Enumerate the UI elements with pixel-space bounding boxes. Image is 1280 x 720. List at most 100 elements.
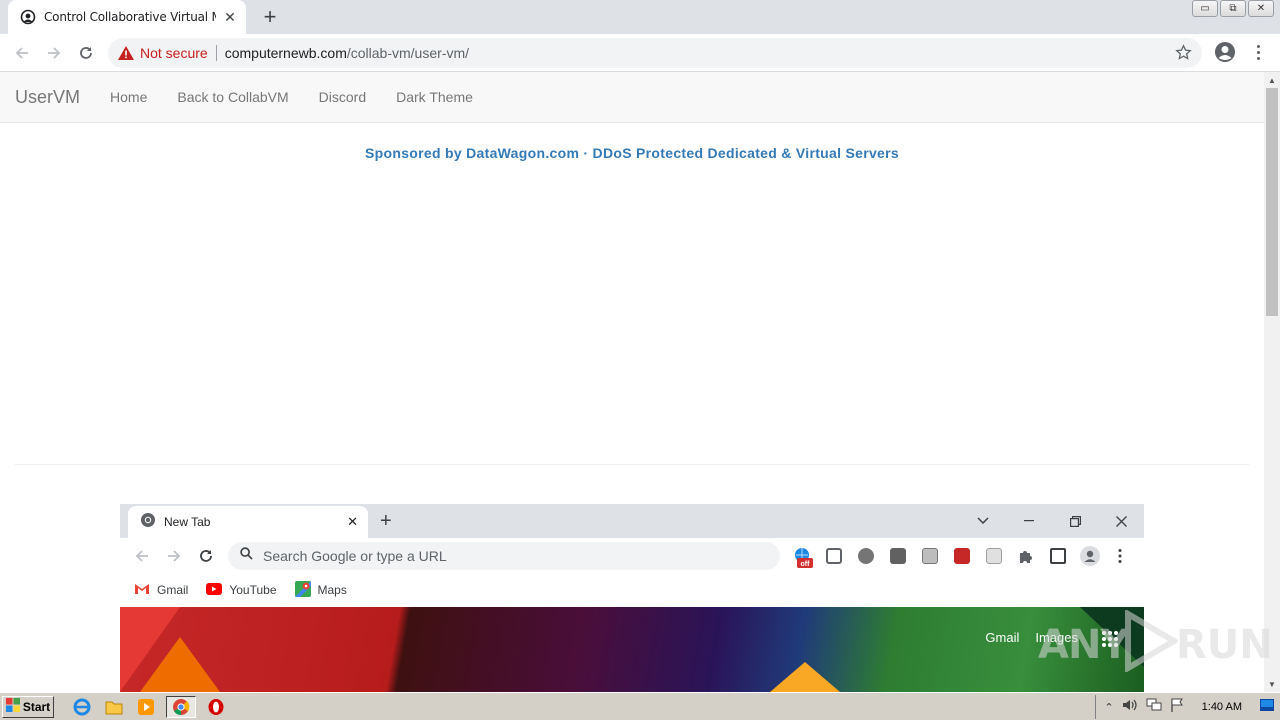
vm-bookmark-label: Maps (317, 583, 347, 597)
warning-icon[interactable] (118, 46, 134, 60)
profile-avatar-icon[interactable] (1214, 41, 1236, 68)
vm-browser-tab[interactable]: New Tab ✕ (128, 506, 368, 538)
security-label[interactable]: Not secure (140, 45, 208, 61)
folder-icon[interactable] (102, 696, 126, 718)
back-icon[interactable] (10, 41, 34, 65)
page-scrollbar[interactable]: ▲ ▼ (1264, 72, 1280, 692)
url-path: /collab-vm/user-vm/ (346, 45, 470, 61)
vm-bookmark-label: Gmail (157, 583, 189, 597)
system-tray: ⌃ 1:40 AM (1095, 695, 1280, 719)
media-player-icon[interactable] (134, 696, 158, 718)
network-icon[interactable] (1146, 698, 1162, 717)
window-controls: ▭ ⧉ ✕ (1192, 0, 1274, 17)
vm-omnibox-placeholder: Search Google or type a URL (263, 548, 447, 564)
divider (15, 464, 1249, 465)
new-tab-icon[interactable]: + (258, 4, 282, 29)
taskbar: Start ⌃ 1:40 AM (0, 692, 1280, 720)
site-navbar: UserVM Home Back to CollabVM Discord Dar… (0, 72, 1264, 123)
vm-bookmark-label: YouTube (229, 583, 277, 597)
close-tab-icon[interactable]: ✕ (222, 9, 238, 25)
watermark-right: RUN (1176, 622, 1273, 668)
vm-ext-badge: off (801, 561, 811, 568)
page-content: UserVM Home Back to CollabVM Discord Dar… (0, 72, 1264, 692)
browser-tab-title: Control Collaborative Virtual Machine (44, 10, 216, 24)
sponsor-link[interactable]: Sponsored by DataWagon.com · DDoS Protec… (0, 145, 1264, 161)
site-brand[interactable]: UserVM (15, 87, 80, 108)
browser-menu-icon[interactable] (1251, 41, 1265, 63)
vm-screen[interactable]: New Tab ✕ + Search Google or type a URL … (120, 504, 1144, 692)
vm-ext-image-icon[interactable] (986, 548, 1002, 564)
address-bar[interactable]: Not secure computernewb.com /collab-vm/u… (108, 38, 1202, 68)
browser-tabstrip: Control Collaborative Virtual Machine ✕ … (0, 0, 1280, 34)
vm-reload-icon[interactable] (194, 544, 218, 568)
chrome-icon (140, 512, 156, 533)
anyrun-watermark: ANY RUN (1038, 608, 1273, 672)
youtube-icon (206, 582, 223, 598)
start-label: Start (22, 699, 51, 714)
show-hidden-icons-icon[interactable]: ⌃ (1104, 701, 1113, 714)
vm-newtab-hero: Gmail Images (120, 607, 1144, 692)
taskbar-clock[interactable]: 1:40 AM (1202, 701, 1242, 713)
close-window-button[interactable]: ✕ (1248, 0, 1274, 17)
vm-close-tab-icon[interactable]: ✕ (347, 514, 358, 530)
chrome-taskbar-icon[interactable] (166, 695, 196, 718)
scroll-up-icon[interactable]: ▲ (1264, 72, 1280, 88)
vm-omnibox[interactable]: Search Google or type a URL (228, 542, 780, 570)
volume-icon[interactable] (1122, 698, 1138, 717)
vm-forward-icon[interactable] (162, 544, 186, 568)
nav-link-back-to-collabvm[interactable]: Back to CollabVM (162, 89, 303, 105)
vm-new-tab-icon[interactable]: + (380, 510, 392, 533)
vm-minimize-icon[interactable] (1006, 508, 1052, 534)
start-button[interactable]: Start (2, 695, 54, 718)
vm-tab-title: New Tab (164, 515, 211, 529)
vm-bookmark-youtube[interactable]: YouTube (206, 582, 277, 598)
nav-link-dark-theme[interactable]: Dark Theme (381, 89, 488, 105)
show-desktop-icon[interactable] (1260, 698, 1274, 716)
vm-ext-circle-icon[interactable] (858, 548, 874, 564)
vm-ext-globe-off-icon[interactable]: off (794, 547, 813, 568)
nav-link-home[interactable]: Home (95, 89, 162, 105)
vm-search-icon (240, 547, 253, 565)
vm-profile-icon[interactable] (1080, 546, 1100, 566)
vm-gmail-link[interactable]: Gmail (985, 630, 1019, 645)
scroll-down-icon[interactable]: ▼ (1264, 676, 1280, 692)
action-center-flag-icon[interactable] (1170, 698, 1184, 717)
minimize-button[interactable]: ▭ (1192, 0, 1218, 17)
collabvm-favicon-icon (20, 9, 36, 25)
vm-bookmark-gmail[interactable]: Gmail (134, 583, 188, 598)
vm-side-panel-icon[interactable] (1050, 548, 1066, 564)
hero-shape (140, 637, 220, 692)
hero-shape (770, 662, 840, 692)
maps-icon (294, 580, 311, 600)
scrollbar-thumb[interactable] (1266, 88, 1278, 316)
vm-close-window-icon[interactable] (1098, 508, 1144, 534)
vm-back-icon[interactable] (130, 544, 154, 568)
url-host: computernewb.com (224, 45, 347, 61)
forward-icon[interactable] (42, 41, 66, 65)
vm-browser-toolbar: Search Google or type a URL off (120, 538, 1144, 574)
watermark-left: ANY (1038, 622, 1129, 668)
watermark-play-icon (1125, 610, 1178, 672)
restore-button[interactable]: ⧉ (1220, 0, 1246, 17)
vm-menu-icon[interactable] (1118, 548, 1126, 564)
internet-explorer-icon[interactable] (70, 696, 94, 718)
vm-restore-icon[interactable] (1052, 508, 1098, 534)
browser-toolbar: Not secure computernewb.com /collab-vm/u… (0, 34, 1280, 72)
bookmark-star-icon[interactable] (1175, 44, 1192, 66)
nav-link-discord[interactable]: Discord (304, 89, 381, 105)
vm-bookmark-maps[interactable]: Maps (294, 580, 347, 600)
vm-extensions-puzzle-icon[interactable] (1018, 548, 1034, 564)
gmail-icon (134, 583, 150, 598)
windows-logo-icon (5, 698, 20, 715)
vm-browser-tabstrip: New Tab ✕ + (120, 504, 1144, 538)
vm-tab-search-icon[interactable] (960, 508, 1006, 534)
vm-ext-shield-icon[interactable] (954, 548, 970, 564)
address-separator (215, 45, 217, 61)
opera-icon[interactable] (204, 696, 228, 718)
vm-ext-m-icon[interactable] (922, 548, 938, 564)
vm-ext-pocket-icon[interactable] (826, 548, 842, 564)
browser-tab[interactable]: Control Collaborative Virtual Machine ✕ (8, 0, 246, 34)
vm-bookmarks-bar: Gmail YouTube Maps (120, 574, 1144, 606)
vm-ext-square-icon[interactable] (890, 548, 906, 564)
reload-icon[interactable] (74, 41, 98, 65)
